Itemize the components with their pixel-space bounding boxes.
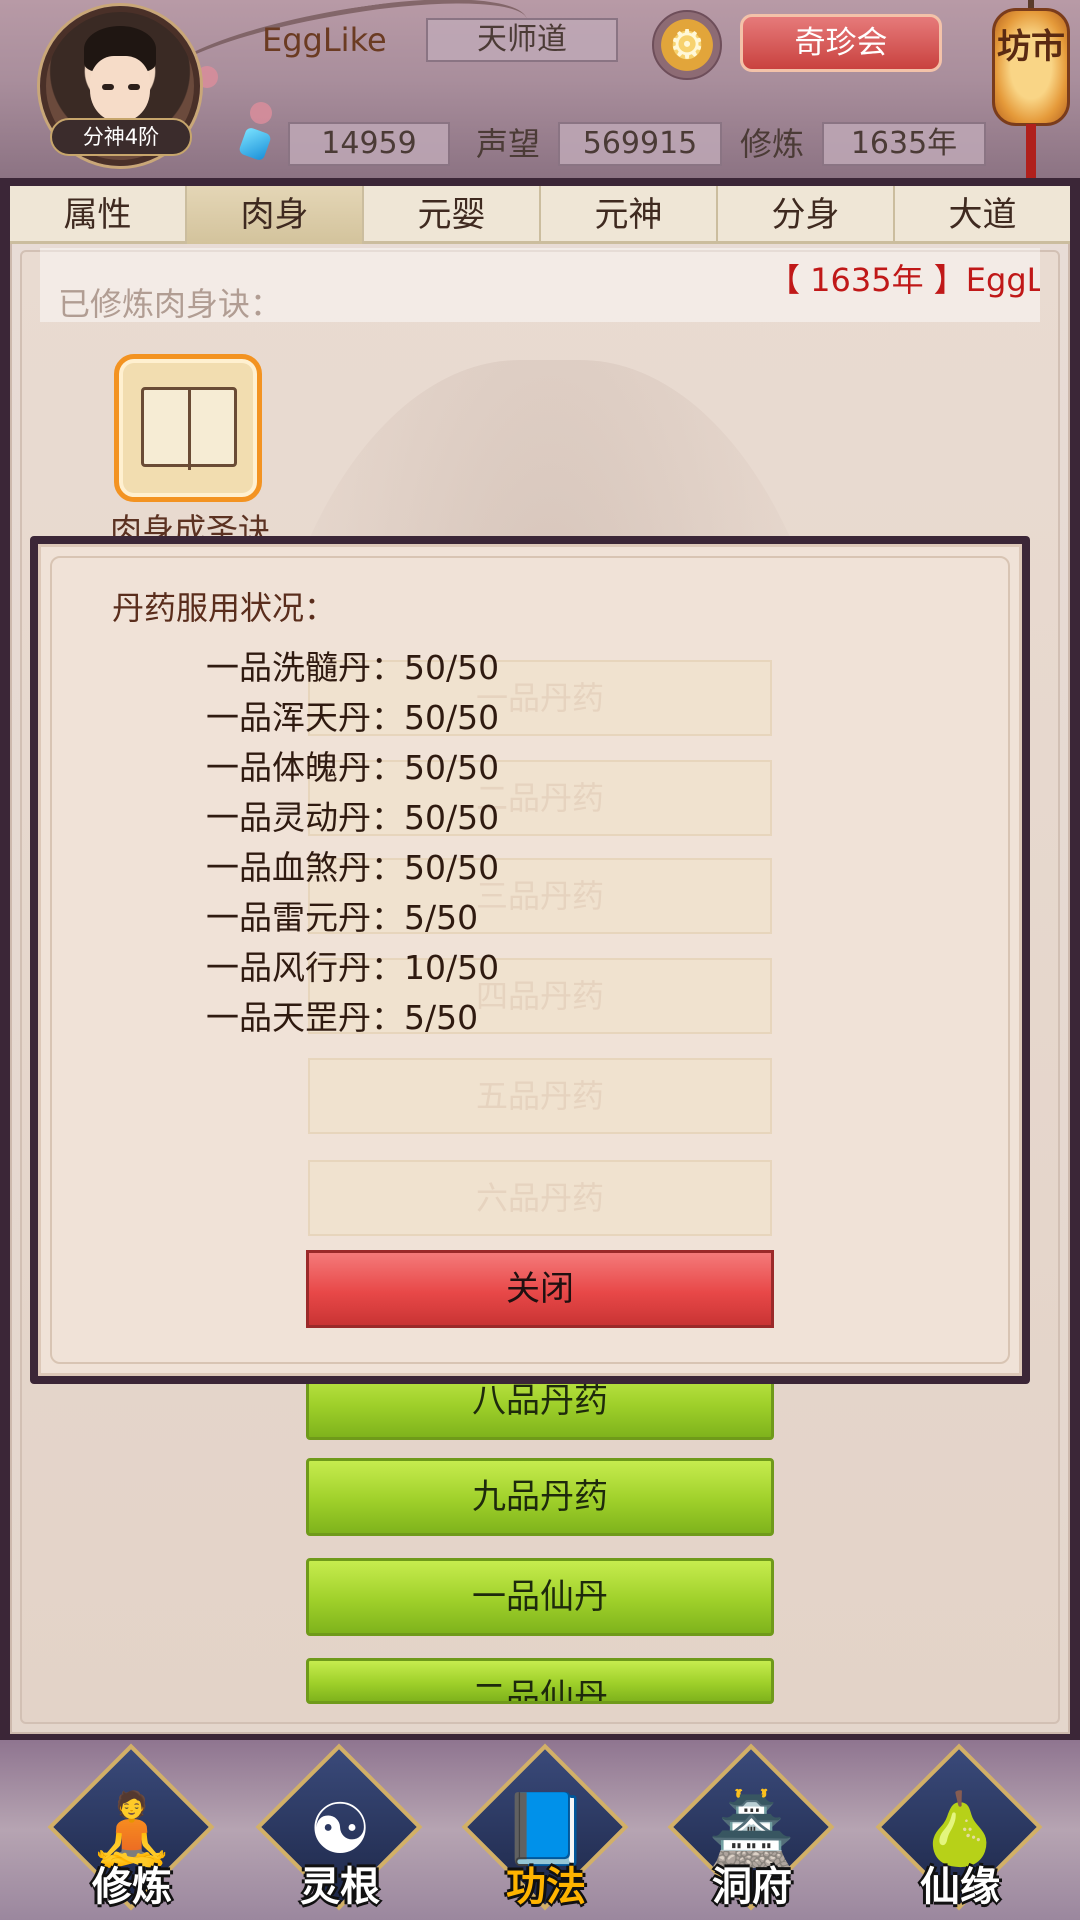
pill-name: 一品血煞丹：: [206, 848, 404, 887]
immortal-pill-grade-1-button[interactable]: 一品仙丹: [306, 1558, 774, 1636]
pill-status-row: 一品灵动丹：50/50: [206, 796, 499, 840]
cultivation-label: 修炼: [740, 125, 805, 163]
fame-label: 声望: [476, 125, 541, 163]
nav-label: 修炼: [92, 1864, 172, 1910]
open-book-icon: [141, 387, 237, 470]
pill-name: 一品灵动丹：: [206, 798, 404, 837]
pill-count: 5/50: [404, 998, 479, 1037]
pill-name: 一品风行丹：: [206, 948, 404, 987]
immortal-pill-grade-2-button[interactable]: 二品仙丹: [306, 1658, 774, 1704]
rank-badge: 分神4阶: [50, 118, 192, 156]
tab-body[interactable]: 肉身: [187, 186, 364, 244]
pill-count: 50/50: [404, 698, 500, 737]
tab-great-dao[interactable]: 大道: [895, 186, 1070, 244]
pill-count: 10/50: [404, 948, 500, 987]
pill-status-row: 一品风行丹：10/50: [206, 946, 499, 990]
tab-bar: 属性 肉身 元婴 元神 分身 大道: [10, 186, 1070, 244]
pill-status-row: 一品浑天丹：50/50: [206, 696, 499, 740]
close-button[interactable]: 关闭: [306, 1250, 774, 1328]
nav-immortal-fate[interactable]: 🍐 仙缘: [875, 1743, 1044, 1912]
nav-label: 仙缘: [920, 1864, 1000, 1910]
practiced-skills-label: 已修炼肉身诀：: [58, 285, 283, 323]
market-lantern-button[interactable]: 坊市: [992, 8, 1070, 126]
tab-nascent-soul[interactable]: 元婴: [364, 186, 541, 244]
dialog-title: 丹药服用状况：: [112, 589, 337, 627]
nav-techniques[interactable]: 📘 功法: [461, 1743, 630, 1912]
pill-name: 一品天罡丹：: [206, 998, 404, 1037]
nav-label: 灵根: [300, 1864, 380, 1910]
skill-book-button[interactable]: [114, 354, 262, 502]
avatar-face: [90, 56, 150, 122]
nav-label: 功法: [506, 1864, 586, 1910]
nav-label: 洞府: [712, 1864, 792, 1910]
nav-cultivate[interactable]: 🧘 修炼: [47, 1743, 216, 1912]
marquee-text: 【 1635年 】EggLi: [768, 261, 1040, 299]
lantern-tassel: [1026, 124, 1036, 178]
settings-button[interactable]: ⚙: [652, 10, 722, 80]
pill-name: 一品体魄丹：: [206, 748, 404, 787]
avatar-eye: [102, 84, 114, 90]
spirit-stone-count: 14959: [288, 122, 450, 166]
pill-count: 50/50: [404, 748, 500, 787]
treasure-auction-button[interactable]: 奇珍会: [740, 14, 942, 72]
pill-status-row: 一品雷元丹：5/50: [206, 896, 478, 940]
cultivation-value: 1635年: [822, 122, 986, 166]
pill-name: 一品浑天丹：: [206, 698, 404, 737]
pill-grade-5-button: 五品丹药: [308, 1058, 772, 1134]
player-name: EggLike: [262, 21, 387, 59]
tab-primordial-spirit[interactable]: 元神: [541, 186, 718, 244]
pill-count: 50/50: [404, 848, 500, 887]
tab-avatar-clone[interactable]: 分身: [718, 186, 895, 244]
pill-status-row: 一品血煞丹：50/50: [206, 846, 499, 890]
nav-spirit-root[interactable]: ☯ 灵根: [255, 1743, 424, 1912]
pill-name: 一品雷元丹：: [206, 898, 404, 937]
tab-attributes[interactable]: 属性: [10, 186, 187, 244]
pill-count: 50/50: [404, 798, 500, 837]
nav-cave-dwelling[interactable]: 🏯 洞府: [667, 1743, 836, 1912]
fame-value: 569915: [558, 122, 722, 166]
pill-status-row: 一品体魄丹：50/50: [206, 746, 499, 790]
pill-status-row: 一品洗髓丹：50/50: [206, 646, 499, 690]
blossom-decoration: [250, 102, 272, 124]
pill-name: 一品洗髓丹：: [206, 648, 404, 687]
pill-grade-6-button: 六品丹药: [308, 1160, 772, 1236]
pill-grade-9-button[interactable]: 九品丹药: [306, 1458, 774, 1536]
sect-name: 天师道: [426, 18, 618, 62]
pill-count: 5/50: [404, 898, 479, 937]
pill-status-row: 一品天罡丹：5/50: [206, 996, 478, 1040]
gear-icon: ⚙: [669, 22, 705, 68]
avatar-eye: [128, 84, 140, 90]
pill-count: 50/50: [404, 648, 500, 687]
